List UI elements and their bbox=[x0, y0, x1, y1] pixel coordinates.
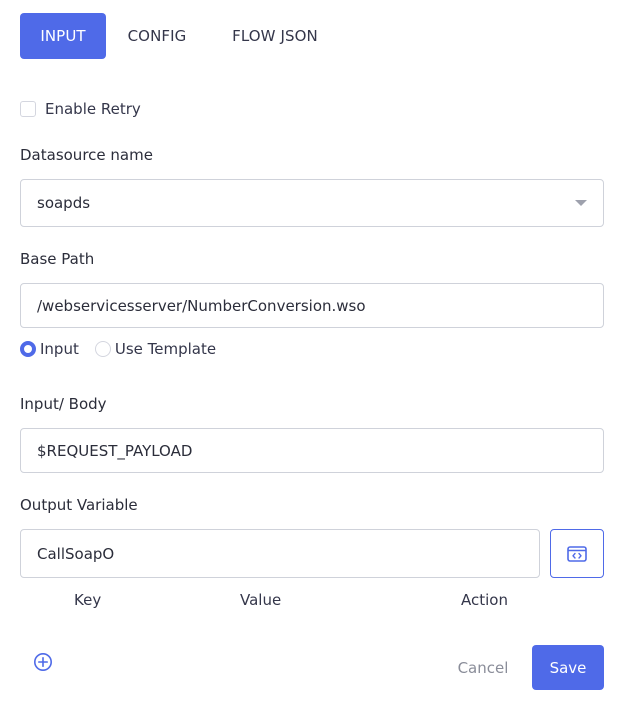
output-variable-label: Output Variable bbox=[20, 496, 138, 514]
datasource-label: Datasource name bbox=[20, 146, 153, 164]
save-button[interactable]: Save bbox=[532, 645, 604, 690]
enable-retry-row: Enable Retry bbox=[20, 100, 141, 118]
radio-use-template[interactable] bbox=[94, 341, 111, 357]
column-header-value: Value bbox=[240, 591, 282, 609]
plus-circle-icon[interactable] bbox=[33, 652, 53, 672]
code-brackets-icon bbox=[567, 545, 587, 562]
tab-input[interactable]: INPUT bbox=[20, 13, 106, 59]
radio-input[interactable] bbox=[20, 341, 36, 357]
enable-retry-label: Enable Retry bbox=[45, 100, 141, 118]
datasource-value: soapds bbox=[37, 194, 91, 212]
cancel-button[interactable]: Cancel bbox=[444, 645, 522, 690]
radio-use-template-label: Use Template bbox=[114, 340, 217, 358]
tab-config[interactable]: CONFIG bbox=[126, 13, 188, 59]
base-path-label: Base Path bbox=[20, 250, 95, 268]
code-editor-button[interactable] bbox=[550, 529, 604, 578]
radio-input-label: Input bbox=[40, 340, 79, 358]
tab-bar: INPUT CONFIG FLOW JSON bbox=[20, 13, 322, 59]
body-mode-radio-group: Input Use Template bbox=[20, 340, 216, 358]
body-input[interactable]: $REQUEST_PAYLOAD bbox=[20, 428, 604, 473]
datasource-select[interactable]: soapds bbox=[20, 179, 604, 227]
flow-node-editor: INPUT CONFIG FLOW JSON Enable Retry Data… bbox=[0, 0, 623, 707]
tab-flow-json[interactable]: FLOW JSON bbox=[228, 13, 322, 59]
output-variable-input[interactable]: CallSoapO bbox=[20, 529, 540, 578]
column-header-key: Key bbox=[74, 591, 102, 609]
chevron-down-icon bbox=[575, 200, 587, 206]
enable-retry-checkbox[interactable] bbox=[20, 101, 36, 117]
body-value: $REQUEST_PAYLOAD bbox=[37, 441, 193, 460]
body-label: Input/ Body bbox=[20, 395, 107, 413]
column-header-action: Action bbox=[461, 591, 508, 609]
base-path-value: /webservicesserver/NumberConversion.wso bbox=[37, 296, 366, 315]
base-path-input[interactable]: /webservicesserver/NumberConversion.wso bbox=[20, 283, 604, 328]
output-variable-value: CallSoapO bbox=[37, 544, 115, 563]
